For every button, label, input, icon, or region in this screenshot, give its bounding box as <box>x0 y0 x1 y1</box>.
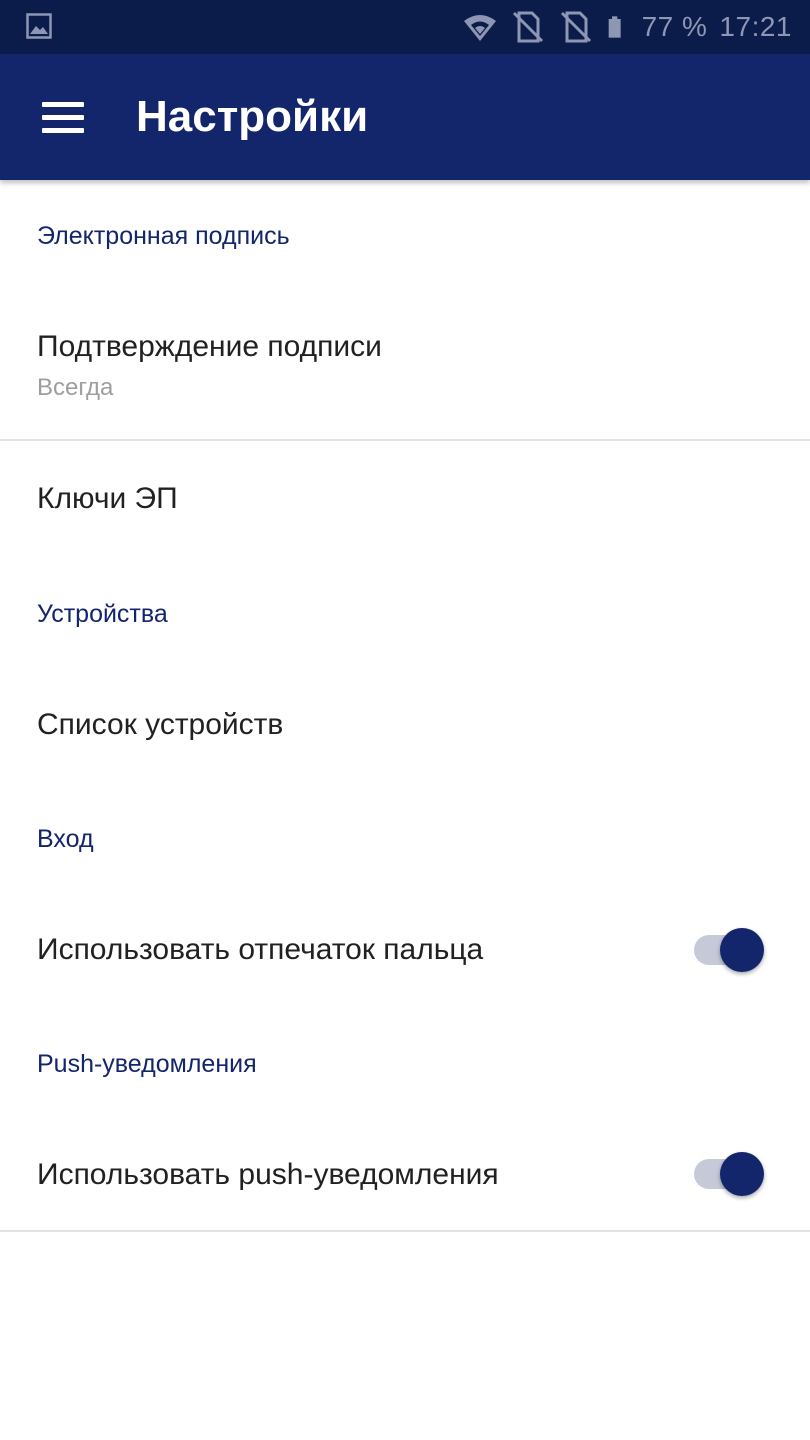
switch-thumb <box>720 928 764 972</box>
no-sim-icon <box>560 11 591 43</box>
status-bar-right: 77 % 17:21 <box>462 0 792 54</box>
section-header-devices: Устройства <box>37 600 168 628</box>
no-sim-icon <box>512 11 543 43</box>
pref-title: Использовать push-уведомления <box>37 1158 499 1191</box>
section-header-electronic-signature: Электронная подпись <box>37 222 290 250</box>
clock: 17:21 <box>719 11 792 42</box>
app-bar: Настройки <box>0 54 810 180</box>
section-header-login: Вход <box>37 825 94 853</box>
status-bar: 77 % 17:21 <box>0 0 810 54</box>
section-header-push-notifications: Push-уведомления <box>37 1050 257 1078</box>
divider <box>0 1230 810 1232</box>
pref-summary: Всегда <box>37 374 114 401</box>
page-title: Настройки <box>136 92 369 141</box>
pref-title: Список устройств <box>37 708 284 741</box>
divider <box>0 439 810 441</box>
pref-signature-confirmation[interactable] <box>0 295 810 440</box>
push-notifications-toggle[interactable] <box>694 1150 766 1198</box>
wifi-icon <box>463 15 496 41</box>
battery-icon <box>608 16 621 38</box>
fingerprint-toggle[interactable] <box>694 926 766 974</box>
pref-title: Использовать отпечаток пальца <box>37 933 484 966</box>
pref-title: Ключи ЭП <box>37 482 178 515</box>
hamburger-menu-icon[interactable] <box>36 94 90 140</box>
pref-title: Подтверждение подписи <box>37 330 382 363</box>
battery-percentage: 77 % <box>641 11 708 42</box>
switch-thumb <box>720 1152 764 1196</box>
gallery-notification-icon <box>26 13 52 39</box>
